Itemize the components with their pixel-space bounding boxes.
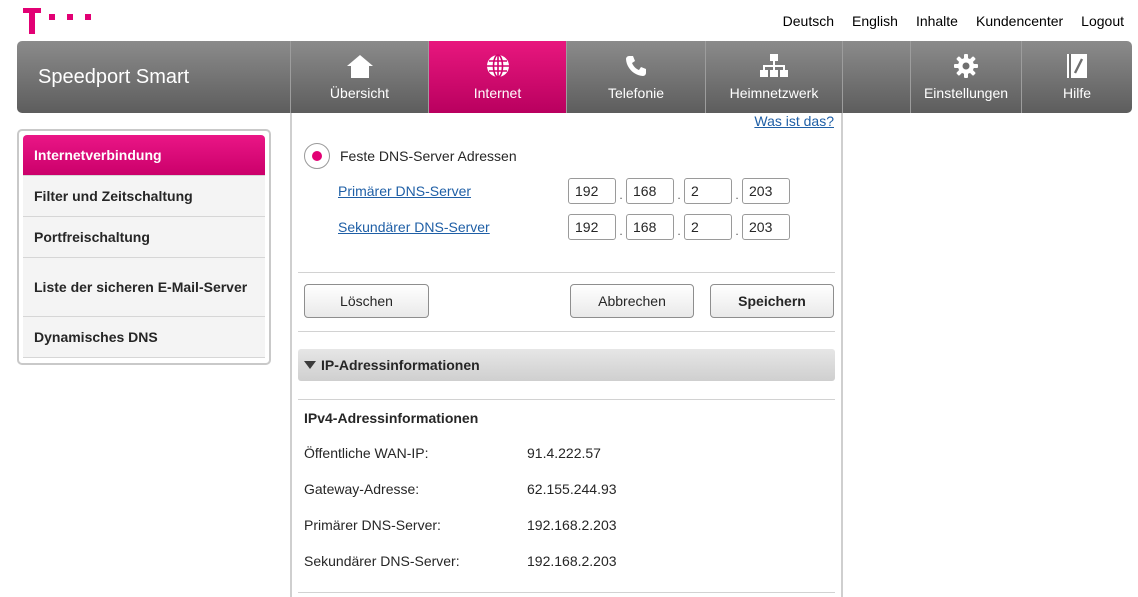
ipv4-heading: IPv4-Adressinformationen bbox=[304, 410, 479, 426]
top-links: Deutsch English Inhalte Kundencenter Log… bbox=[783, 13, 1124, 29]
info-key: Öffentliche WAN-IP: bbox=[304, 445, 429, 461]
sidebar-item-filter[interactable]: Filter und Zeitschaltung bbox=[23, 176, 265, 217]
globe-icon bbox=[485, 53, 511, 79]
info-row-secondary-dns: Sekundärer DNS-Server: 192.168.2.203 bbox=[304, 551, 824, 571]
dns-radio-label: Feste DNS-Server Adressen bbox=[340, 148, 517, 164]
nav-internet[interactable]: Internet bbox=[428, 41, 566, 113]
primary-dns-octet-4[interactable] bbox=[742, 178, 790, 204]
nav-label: Internet bbox=[473, 85, 522, 101]
nav-label: Telefonie bbox=[607, 85, 665, 101]
info-key: Primärer DNS-Server: bbox=[304, 517, 441, 533]
info-key: Sekundärer DNS-Server: bbox=[304, 553, 460, 569]
info-key: Gateway-Adresse: bbox=[304, 481, 420, 497]
divider bbox=[298, 592, 835, 593]
collapse-triangle-icon bbox=[304, 361, 316, 369]
secondary-dns-row: Sekundärer DNS-Server . . . bbox=[338, 214, 838, 240]
primary-dns-octet-2[interactable] bbox=[626, 178, 674, 204]
home-icon bbox=[346, 53, 374, 79]
nav-heimnetzwerk[interactable]: Heimnetzwerk bbox=[705, 41, 842, 113]
primary-dns-octet-3[interactable] bbox=[684, 178, 732, 204]
speichern-button[interactable]: Speichern bbox=[710, 284, 834, 318]
info-value: 91.4.222.57 bbox=[527, 445, 601, 461]
link-logout[interactable]: Logout bbox=[1081, 13, 1124, 29]
sidebar-item-internetverbindung[interactable]: Internetverbindung bbox=[23, 135, 265, 176]
info-value: 62.155.244.93 bbox=[527, 481, 617, 497]
sidebar-item-email-server[interactable]: Liste der sicheren E-Mail-Server bbox=[23, 258, 265, 317]
secondary-dns-octet-3[interactable] bbox=[684, 214, 732, 240]
info-value: 192.168.2.203 bbox=[527, 553, 617, 569]
telekom-logo[interactable] bbox=[23, 4, 93, 34]
primary-dns-label[interactable]: Primärer DNS-Server bbox=[338, 183, 568, 199]
nav-uebersicht[interactable]: Übersicht bbox=[290, 41, 428, 113]
section-title: IP-Adressinformationen bbox=[321, 357, 480, 373]
main-nav: Speedport Smart Übersicht Internet Telef… bbox=[17, 41, 1132, 113]
divider bbox=[298, 399, 835, 400]
nav-label: Heimnetzwerk bbox=[729, 85, 819, 101]
ip-info-section-header[interactable]: IP-Adressinformationen bbox=[298, 349, 835, 381]
primary-dns-row: Primärer DNS-Server . . . bbox=[338, 178, 838, 204]
info-row-gateway: Gateway-Adresse: 62.155.244.93 bbox=[304, 479, 824, 499]
nav-einstellungen[interactable]: Einstellungen bbox=[910, 41, 1021, 113]
nav-hilfe[interactable]: Hilfe bbox=[1021, 41, 1132, 113]
dns-radio[interactable] bbox=[304, 143, 330, 169]
divider bbox=[298, 272, 835, 273]
link-inhalte[interactable]: Inhalte bbox=[916, 13, 958, 29]
dns-radio-row[interactable]: Feste DNS-Server Adressen bbox=[304, 143, 517, 169]
link-english[interactable]: English bbox=[852, 13, 898, 29]
nav-telefonie[interactable]: Telefonie bbox=[566, 41, 705, 113]
phone-icon bbox=[624, 53, 648, 79]
loeschen-button[interactable]: Löschen bbox=[304, 284, 429, 318]
gear-icon bbox=[953, 53, 979, 79]
link-deutsch[interactable]: Deutsch bbox=[783, 13, 834, 29]
divider bbox=[298, 331, 835, 332]
sidebar-item-portfreischaltung[interactable]: Portfreischaltung bbox=[23, 217, 265, 258]
secondary-dns-label[interactable]: Sekundärer DNS-Server bbox=[338, 219, 568, 235]
primary-dns-octet-1[interactable] bbox=[568, 178, 616, 204]
brand-title: Speedport Smart bbox=[38, 66, 190, 88]
content-panel: Was ist das? Feste DNS-Server Adressen P… bbox=[290, 113, 843, 597]
help-link[interactable]: Was ist das? bbox=[754, 113, 834, 129]
help-book-icon bbox=[1066, 53, 1088, 79]
secondary-dns-octet-2[interactable] bbox=[626, 214, 674, 240]
secondary-dns-octet-4[interactable] bbox=[742, 214, 790, 240]
nav-label: Übersicht bbox=[329, 85, 390, 101]
link-kundencenter[interactable]: Kundencenter bbox=[976, 13, 1063, 29]
sidebar: Internetverbindung Filter und Zeitschalt… bbox=[17, 129, 271, 365]
info-row-primary-dns: Primärer DNS-Server: 192.168.2.203 bbox=[304, 515, 824, 535]
abbrechen-button[interactable]: Abbrechen bbox=[570, 284, 694, 318]
info-value: 192.168.2.203 bbox=[527, 517, 617, 533]
info-row-wan-ip: Öffentliche WAN-IP: 91.4.222.57 bbox=[304, 443, 824, 463]
nav-label: Einstellungen bbox=[923, 85, 1009, 101]
nav-label: Hilfe bbox=[1062, 85, 1091, 101]
secondary-dns-octet-1[interactable] bbox=[568, 214, 616, 240]
sidebar-item-dyndns[interactable]: Dynamisches DNS bbox=[23, 317, 265, 358]
nav-spacer bbox=[842, 41, 910, 113]
network-icon bbox=[760, 53, 788, 79]
